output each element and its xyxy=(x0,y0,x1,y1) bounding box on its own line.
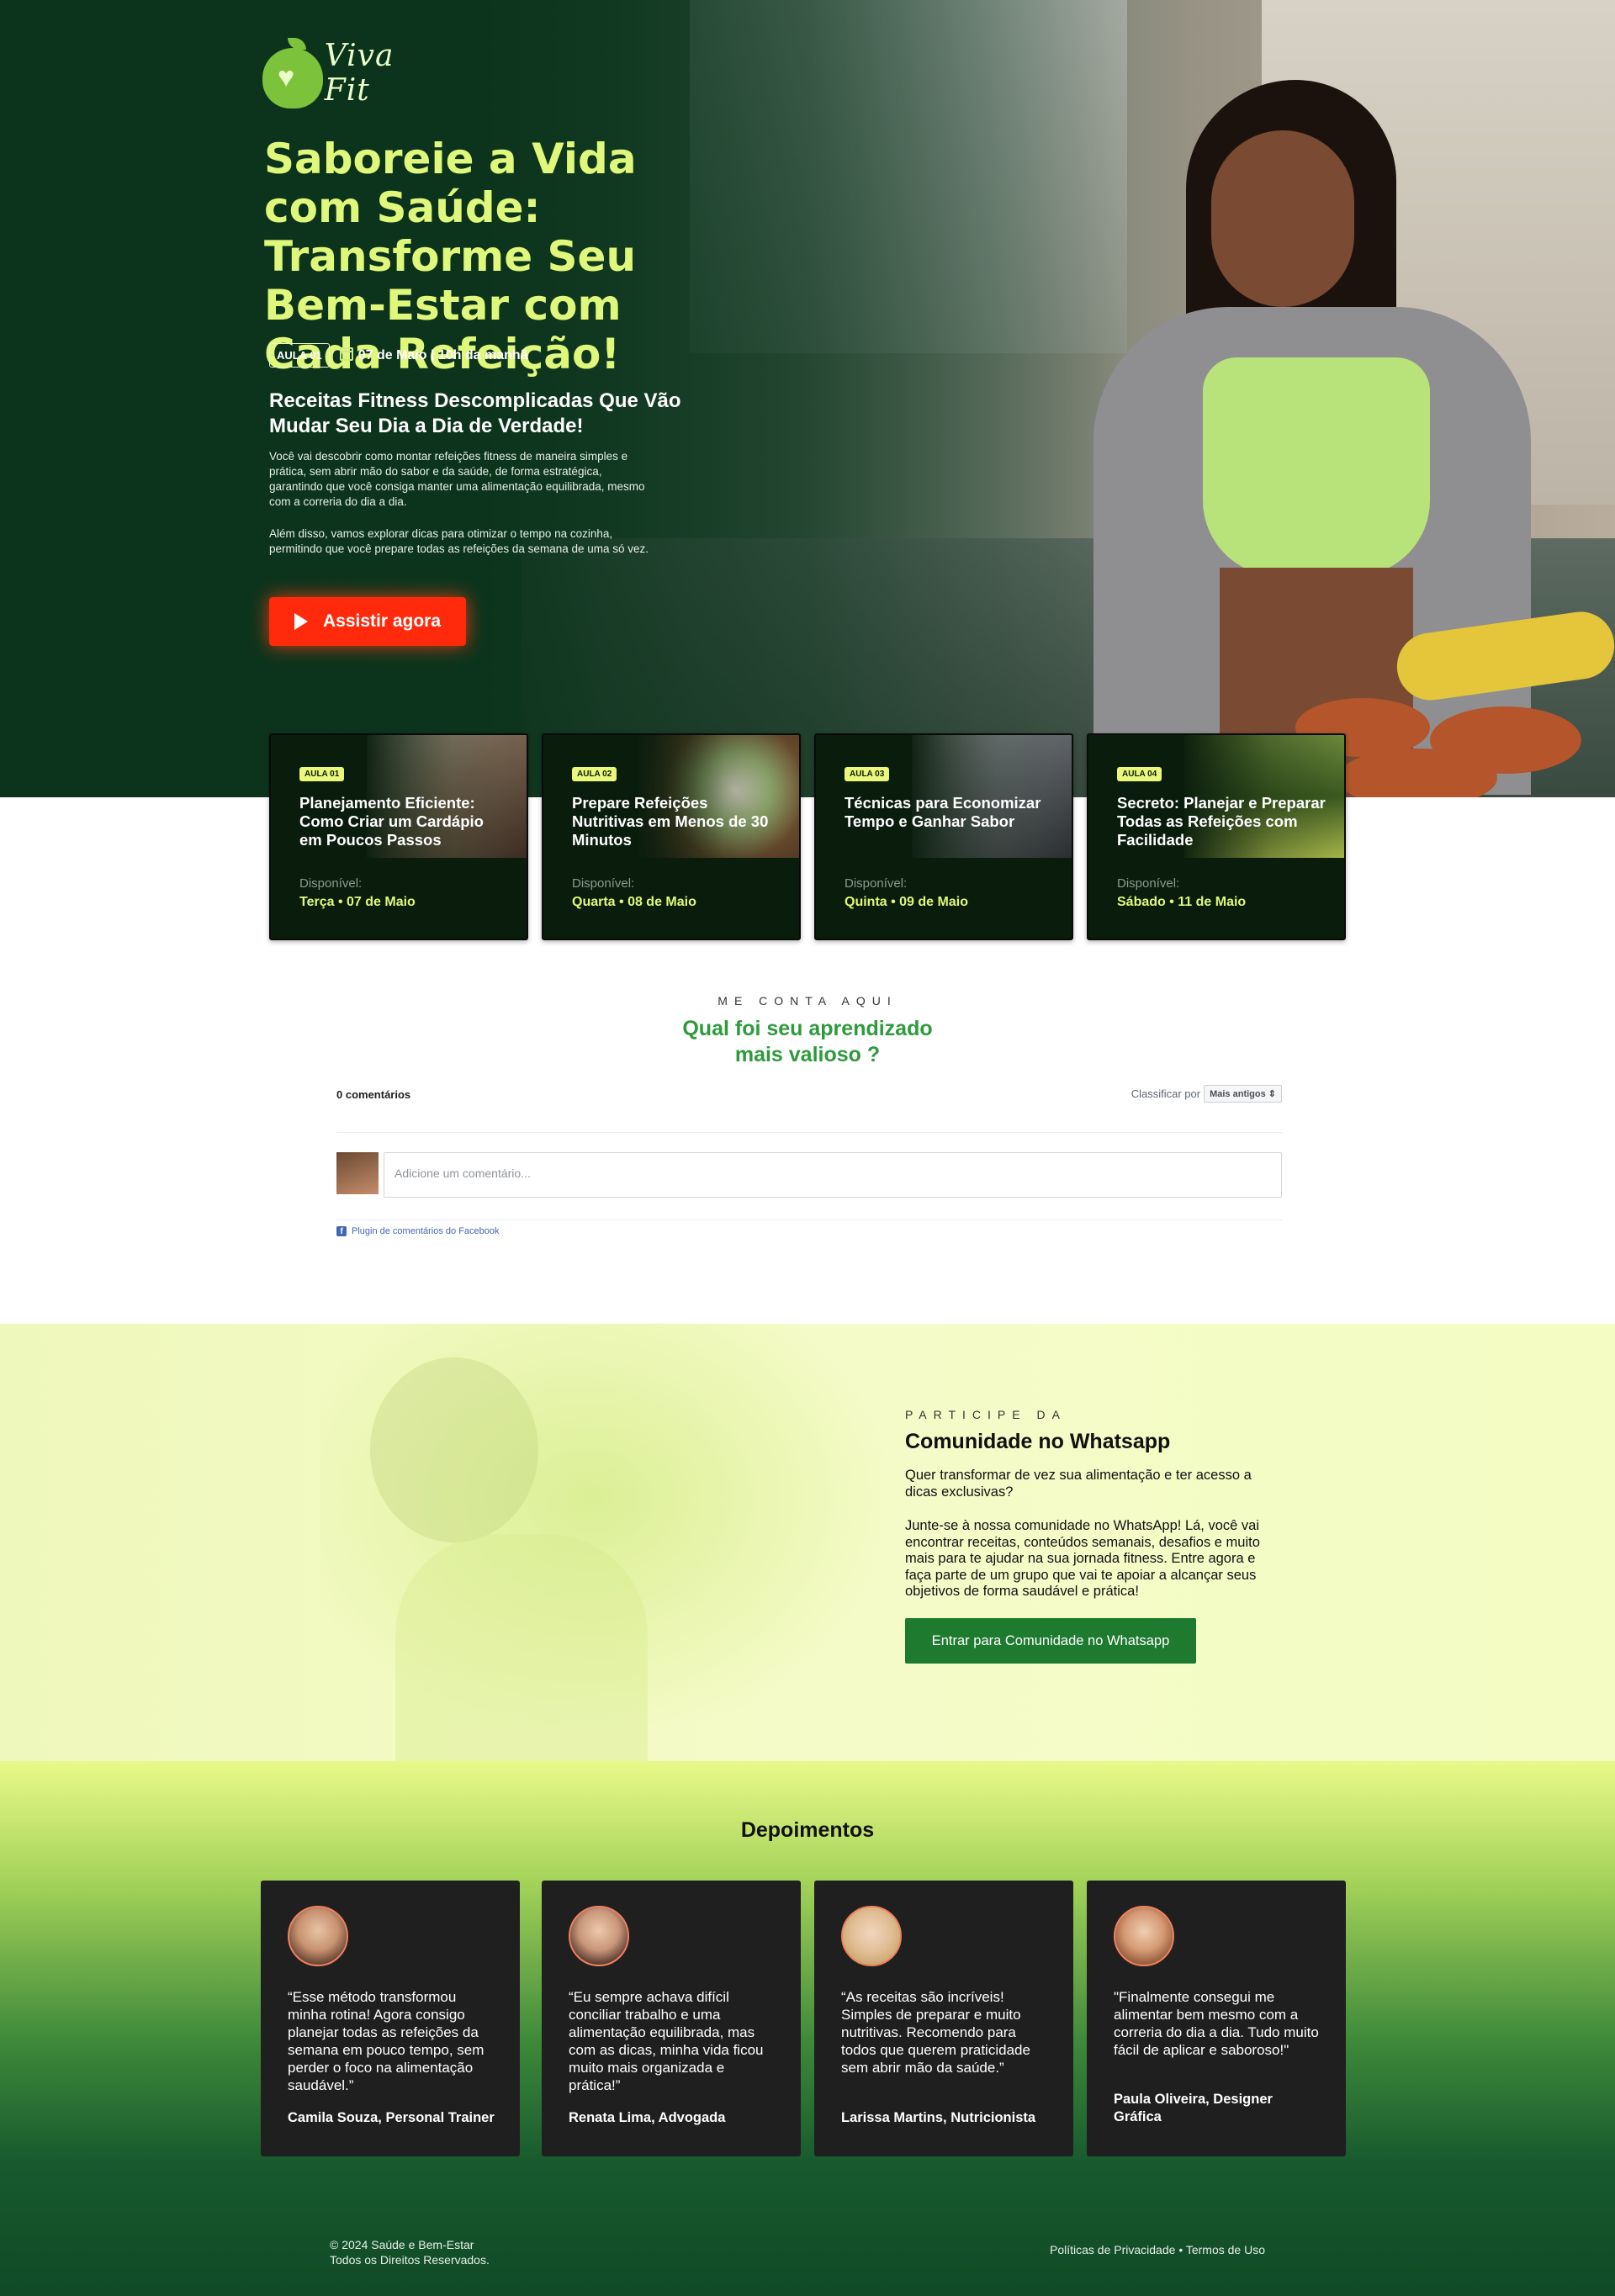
testimonial-card-3: “As receitas são incríveis! Simples de p… xyxy=(814,1881,1073,2156)
divider xyxy=(336,1219,1282,1220)
footer-separator: • xyxy=(1178,2243,1183,2256)
facebook-plugin-link[interactable]: f Plugin de comentários do Facebook xyxy=(336,1226,500,1236)
lesson-date: Quinta • 09 de Maio xyxy=(845,895,968,909)
avatar xyxy=(841,1906,902,1966)
testimonial-author: Paula Oliveira, Designer Gráfica xyxy=(1114,2092,1273,2124)
testimonial-quote: "Finalmente consegui me alimentar bem me… xyxy=(1114,1989,1319,2058)
facebook-icon: f xyxy=(336,1226,347,1236)
lesson-available-label: Disponível: xyxy=(845,876,908,891)
lesson-badge: AULA 01 xyxy=(269,343,330,368)
avatar xyxy=(569,1906,629,1966)
hero-section xyxy=(0,0,1615,797)
testimonials-title: Depoimentos xyxy=(740,1818,875,1842)
plugin-label: Plugin de comentários do Facebook xyxy=(352,1226,500,1236)
comments-title-line2: mais valioso ? xyxy=(734,1043,881,1066)
testimonial-card-1: “Esse método transformou minha rotina! A… xyxy=(261,1881,520,2156)
copyright-text: © 2024 Saúde e Bem-Estar xyxy=(330,2238,474,2251)
lesson-card-2[interactable]: AULA 02 Prepare Refeições Nutritivas em … xyxy=(542,733,801,940)
community-title: Comunidade no Whatsapp xyxy=(905,1430,1171,1453)
community-paragraph-1: Quer transformar de vez sua alimentação … xyxy=(905,1468,1252,1500)
lesson-date: Terça • 07 de Maio xyxy=(299,895,416,909)
community-kicker: PARTICIPE DA xyxy=(905,1408,1067,1421)
whatsapp-community-button[interactable]: Entrar para Comunidade no Whatsapp xyxy=(905,1618,1196,1664)
testimonial-card-4: "Finalmente consegui me alimentar bem me… xyxy=(1087,1881,1346,2156)
lesson-available-label: Disponível: xyxy=(572,876,635,891)
comment-input[interactable]: Adicione um comentário... xyxy=(384,1152,1282,1198)
sort-select[interactable]: Mais antigos ⇕ xyxy=(1204,1085,1282,1103)
testimonial-quote: “Esse método transformou minha rotina! A… xyxy=(288,1989,484,2093)
testimonial-quote: “Eu sempre achava difícil conciliar trab… xyxy=(569,1989,764,2093)
testimonial-quote: “As receitas são incríveis! Simples de p… xyxy=(841,1989,1030,2076)
lesson-badge: AULA 03 xyxy=(845,767,890,781)
brand-logo[interactable]: ♥ Viva Fit xyxy=(262,37,439,109)
hero-date-text: 07 de Maio | 10h da manhã xyxy=(357,348,528,362)
lesson-title: Planejamento Eficiente: Como Criar um Ca… xyxy=(299,794,484,849)
community-paragraph-2: Junte-se à nossa comunidade no WhatsApp!… xyxy=(905,1518,1260,1599)
facebook-comments-widget: 0 comentários Classificar por Mais antig… xyxy=(336,1082,1282,1241)
lesson-available-label: Disponível: xyxy=(1117,876,1180,891)
testimonial-author: Larissa Martins, Nutricionista xyxy=(841,2110,1036,2125)
comment-count: 0 comentários xyxy=(336,1088,411,1101)
apple-logo-icon: ♥ xyxy=(262,38,323,108)
lesson-date: Quarta • 08 de Maio xyxy=(572,895,696,909)
lesson-title: Secreto: Planejar e Preparar Todas as Re… xyxy=(1117,794,1326,849)
lesson-badge: AULA 04 xyxy=(1117,767,1162,781)
lesson-card-3[interactable]: AULA 03 Técnicas para Economizar Tempo e… xyxy=(814,733,1073,940)
lesson-badge: AULA 01 xyxy=(299,767,345,781)
sort-label: Classificar por xyxy=(1130,1087,1201,1100)
lesson-badge: AULA 02 xyxy=(572,767,617,781)
footer-copyright: © 2024 Saúde e Bem-Estar Todos os Direit… xyxy=(330,2237,490,2267)
privacy-link[interactable]: Políticas de Privacidade xyxy=(1050,2243,1175,2256)
user-avatar xyxy=(336,1152,379,1194)
community-section xyxy=(0,1324,1615,1761)
lesson-available-label: Disponível: xyxy=(299,876,363,891)
watch-now-button[interactable]: Assistir agora xyxy=(269,597,466,646)
comments-title-line1: Qual foi seu aprendizado xyxy=(682,1017,933,1040)
avatar xyxy=(1114,1906,1174,1966)
avatar xyxy=(288,1906,348,1966)
lesson-title: Prepare Refeições Nutritivas em Menos de… xyxy=(572,794,769,849)
lesson-title: Técnicas para Economizar Tempo e Ganhar … xyxy=(845,794,1041,830)
calendar-icon xyxy=(339,347,353,361)
testimonial-author: Renata Lima, Advogada xyxy=(569,2110,726,2125)
lesson-card-1[interactable]: AULA 01 Planejamento Eficiente: Como Cri… xyxy=(269,733,528,940)
comments-kicker: ME CONTA AQUI xyxy=(717,994,898,1008)
logo-text: Viva Fit xyxy=(324,39,394,108)
play-icon xyxy=(294,613,308,630)
watch-now-label: Assistir agora xyxy=(322,611,442,631)
footer-links: Políticas de Privacidade • Termos de Uso xyxy=(1050,2243,1265,2256)
testimonial-author: Camila Souza, Personal Trainer xyxy=(288,2110,495,2125)
hero-meta: AULA 01 07 de Maio | 10h da manhã xyxy=(269,343,528,368)
rights-text: Todos os Direitos Reservados. xyxy=(330,2253,490,2267)
lesson-date: Sábado • 11 de Maio xyxy=(1117,895,1247,909)
comment-sort: Classificar por Mais antigos ⇕ xyxy=(1131,1085,1282,1103)
comments-title: Qual foi seu aprendizado mais valioso ? xyxy=(0,1016,1615,1068)
lesson-card-4[interactable]: AULA 04 Secreto: Planejar e Preparar Tod… xyxy=(1087,733,1346,940)
hero-date: 07 de Maio | 10h da manhã xyxy=(339,347,528,363)
hero-title: Saboreie a Vida com Saúde: Transforme Se… xyxy=(264,135,637,378)
divider xyxy=(336,1132,1282,1133)
hero-subtitle: Receitas Fitness Descomplicadas Que Vão … xyxy=(269,389,681,437)
hero-paragraph-2: Além disso, vamos explorar dicas para ot… xyxy=(269,527,649,555)
testimonial-card-2: “Eu sempre achava difícil conciliar trab… xyxy=(542,1881,801,2156)
terms-link[interactable]: Termos de Uso xyxy=(1186,2243,1265,2256)
hero-paragraph-1: Você vai descobrir como montar refeições… xyxy=(269,450,645,508)
